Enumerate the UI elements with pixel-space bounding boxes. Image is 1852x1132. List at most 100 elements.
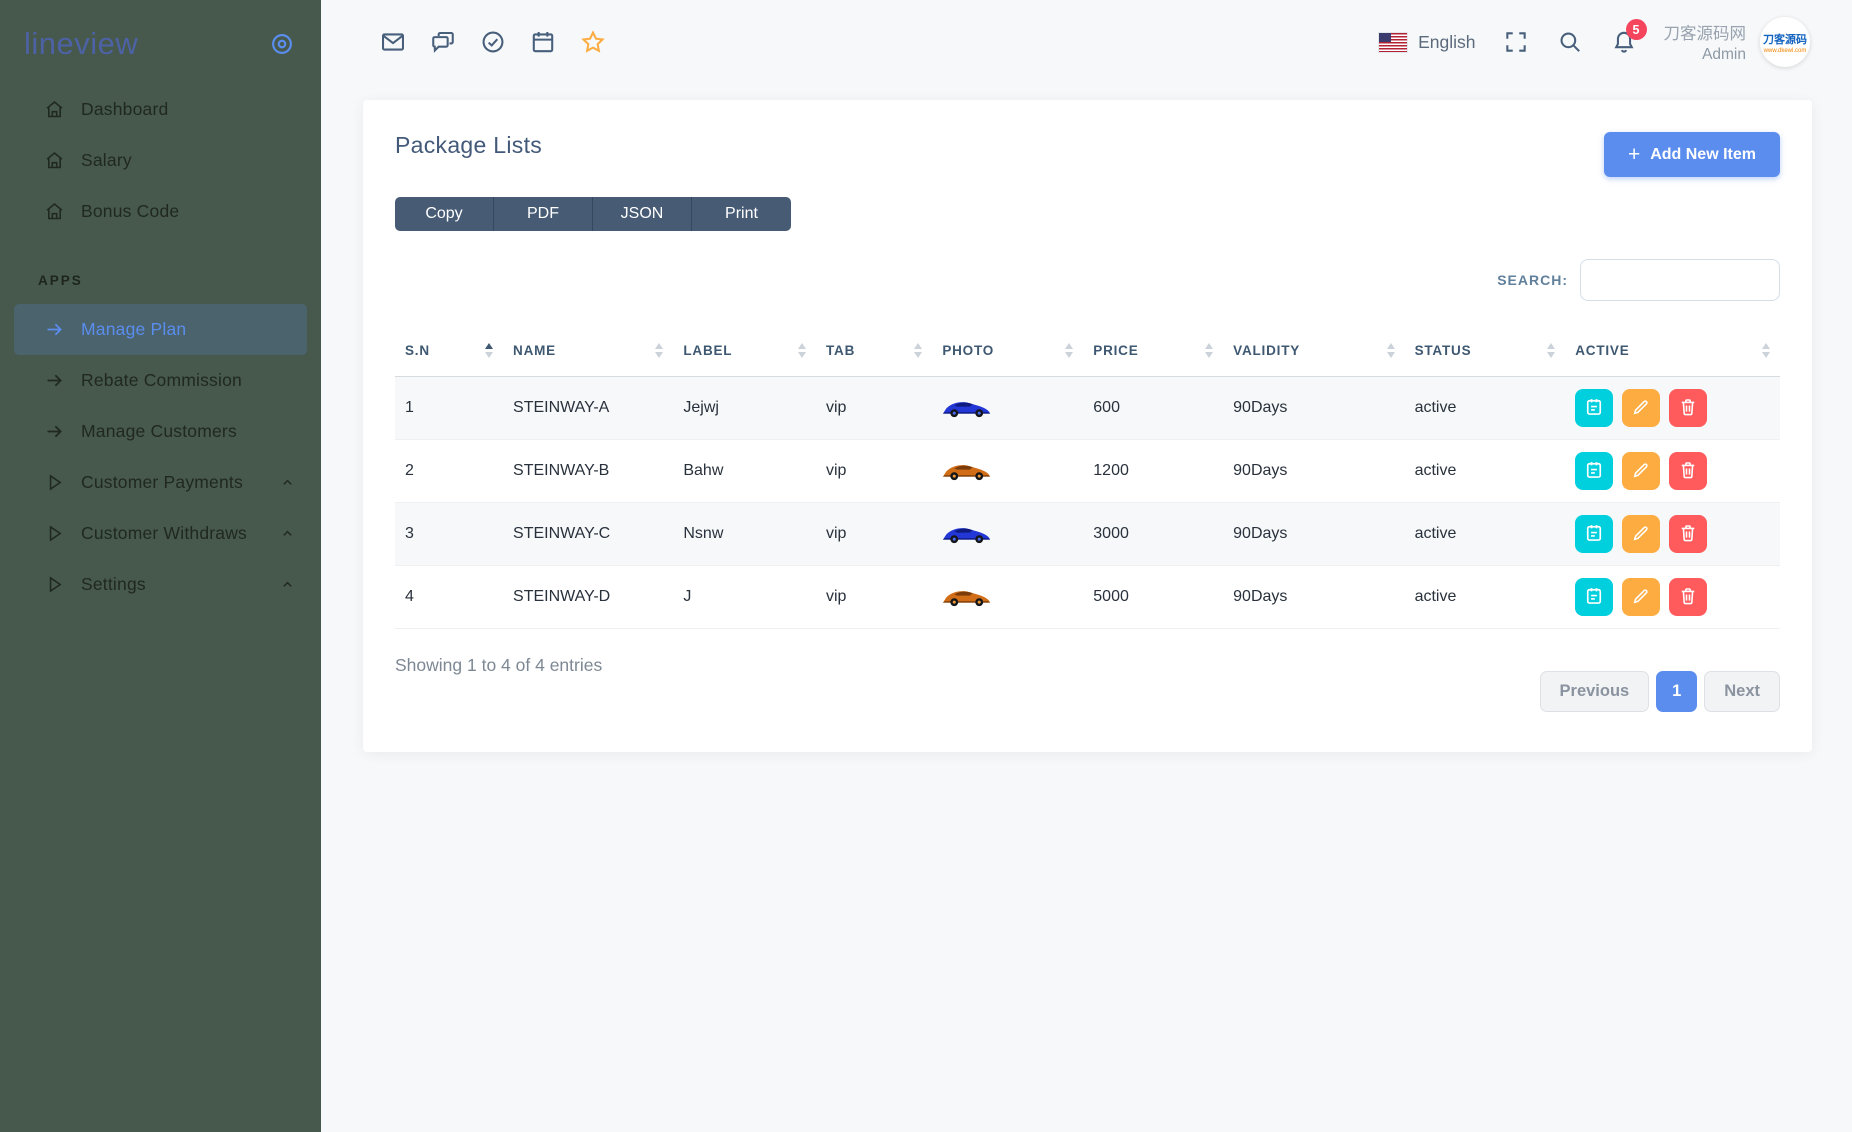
blue-car-photo xyxy=(942,396,991,420)
avatar-logo-text: 刀客源码 xyxy=(1763,31,1807,47)
status-cell: active xyxy=(1405,566,1566,629)
edit-row-button[interactable] xyxy=(1622,452,1660,490)
bell-icon[interactable]: 5 xyxy=(1610,28,1638,56)
play-icon xyxy=(42,471,66,495)
add-new-item-button[interactable]: + Add New Item xyxy=(1604,132,1780,177)
user-name: 刀客源码网 xyxy=(1664,20,1747,44)
package-lists-card: Package Lists + Add New Item CopyPDFJSON… xyxy=(363,100,1812,752)
sidebar-item-dashboard[interactable]: Dashboard xyxy=(0,84,321,135)
column-header-s-n[interactable]: S.N xyxy=(395,331,503,377)
column-header-validity[interactable]: VALIDITY xyxy=(1223,331,1404,377)
sidebar-item-customer-payments[interactable]: Customer Payments xyxy=(0,457,321,508)
search-icon[interactable] xyxy=(1556,28,1584,56)
search-label: SEARCH: xyxy=(1497,272,1568,288)
add-new-item-label: Add New Item xyxy=(1650,146,1756,164)
edit-row-button[interactable] xyxy=(1622,515,1660,553)
chevron-up-icon xyxy=(280,577,295,592)
sidebar-item-manage-plan[interactable]: Manage Plan xyxy=(14,304,307,355)
delete-row-button[interactable] xyxy=(1669,389,1707,427)
user-text: 刀客源码网 Admin xyxy=(1664,20,1747,64)
language-selector[interactable]: English xyxy=(1379,32,1475,53)
column-label: PHOTO xyxy=(942,343,994,358)
table-row: 3STEINWAY-CNsnwvip300090Daysactive xyxy=(395,503,1780,566)
star-icon[interactable] xyxy=(579,28,607,56)
note-icon xyxy=(1584,460,1604,483)
us-flag-icon xyxy=(1379,33,1407,52)
column-label: TAB xyxy=(826,343,855,358)
chevron-up-icon xyxy=(280,526,295,541)
page-1-button[interactable]: 1 xyxy=(1656,671,1697,712)
sidebar-item-label: Settings xyxy=(81,574,146,595)
next-page-button[interactable]: Next xyxy=(1704,671,1780,712)
arrow-right-icon xyxy=(42,369,66,393)
sort-carets-icon xyxy=(1762,343,1770,358)
sort-carets-icon xyxy=(1387,343,1395,358)
validity-cell: 90Days xyxy=(1223,566,1404,629)
column-header-label[interactable]: LABEL xyxy=(673,331,816,377)
trash-icon xyxy=(1678,523,1698,546)
delete-row-button[interactable] xyxy=(1669,578,1707,616)
column-label: S.N xyxy=(405,343,430,358)
column-header-price[interactable]: PRICE xyxy=(1083,331,1223,377)
sort-carets-icon xyxy=(655,343,663,358)
orange-car-photo xyxy=(942,459,991,483)
sidebar-item-label: Manage Plan xyxy=(81,319,186,340)
sidebar: lineview DashboardSalaryBonus Code APPS … xyxy=(0,0,321,1132)
table-footer: Showing 1 to 4 of 4 entries Previous 1 N… xyxy=(395,655,1780,712)
price-cell: 600 xyxy=(1083,377,1223,440)
column-header-photo[interactable]: PHOTO xyxy=(932,331,1083,377)
print-export-button[interactable]: Print xyxy=(692,197,791,231)
sn-cell: 3 xyxy=(395,503,503,566)
delete-row-button[interactable] xyxy=(1669,452,1707,490)
sidebar-item-label: Salary xyxy=(81,150,132,171)
check-circle-icon[interactable] xyxy=(479,28,507,56)
edit-row-button[interactable] xyxy=(1622,389,1660,427)
topbar-shortcuts xyxy=(379,28,607,56)
calendar-icon[interactable] xyxy=(529,28,557,56)
user-profile[interactable]: 刀客源码网 Admin 刀客源码 www.dkewl.com xyxy=(1664,17,1811,67)
view-row-button[interactable] xyxy=(1575,452,1613,490)
sn-cell: 4 xyxy=(395,566,503,629)
home-icon xyxy=(42,98,66,122)
column-header-tab[interactable]: TAB xyxy=(816,331,932,377)
sidebar-item-manage-customers[interactable]: Manage Customers xyxy=(0,406,321,457)
column-label: VALIDITY xyxy=(1233,343,1300,358)
search-input[interactable] xyxy=(1580,259,1780,301)
column-header-status[interactable]: STATUS xyxy=(1405,331,1566,377)
user-role: Admin xyxy=(1664,46,1747,64)
edit-row-button[interactable] xyxy=(1622,578,1660,616)
pdf-export-button[interactable]: PDF xyxy=(494,197,593,231)
envelope-icon[interactable] xyxy=(379,28,407,56)
copy-export-button[interactable]: Copy xyxy=(395,197,494,231)
label-cell: Jejwj xyxy=(673,377,816,440)
sidebar-item-salary[interactable]: Salary xyxy=(0,135,321,186)
validity-cell: 90Days xyxy=(1223,440,1404,503)
sidebar-item-settings[interactable]: Settings xyxy=(0,559,321,610)
note-icon xyxy=(1584,397,1604,420)
column-label: LABEL xyxy=(683,343,732,358)
view-row-button[interactable] xyxy=(1575,515,1613,553)
status-cell: active xyxy=(1405,377,1566,440)
sn-cell: 1 xyxy=(395,377,503,440)
tab-cell: vip xyxy=(816,566,932,629)
label-cell: J xyxy=(673,566,816,629)
view-row-button[interactable] xyxy=(1575,389,1613,427)
sidebar-item-customer-withdraws[interactable]: Customer Withdraws xyxy=(0,508,321,559)
view-row-button[interactable] xyxy=(1575,578,1613,616)
json-export-button[interactable]: JSON xyxy=(593,197,692,231)
fullscreen-icon[interactable] xyxy=(1502,28,1530,56)
delete-row-button[interactable] xyxy=(1669,515,1707,553)
column-header-name[interactable]: NAME xyxy=(503,331,673,377)
chevron-up-icon xyxy=(280,475,295,490)
sidebar-item-bonus-code[interactable]: Bonus Code xyxy=(0,186,321,237)
column-header-active[interactable]: ACTIVE xyxy=(1565,331,1780,377)
sidebar-item-label: Rebate Commission xyxy=(81,370,242,391)
name-cell: STEINWAY-D xyxy=(503,566,673,629)
record-circle-icon[interactable] xyxy=(269,31,295,57)
chat-icon[interactable] xyxy=(429,28,457,56)
validity-cell: 90Days xyxy=(1223,377,1404,440)
column-label: STATUS xyxy=(1415,343,1472,358)
sidebar-item-rebate-commission[interactable]: Rebate Commission xyxy=(0,355,321,406)
previous-page-button[interactable]: Previous xyxy=(1540,671,1650,712)
tab-cell: vip xyxy=(816,377,932,440)
